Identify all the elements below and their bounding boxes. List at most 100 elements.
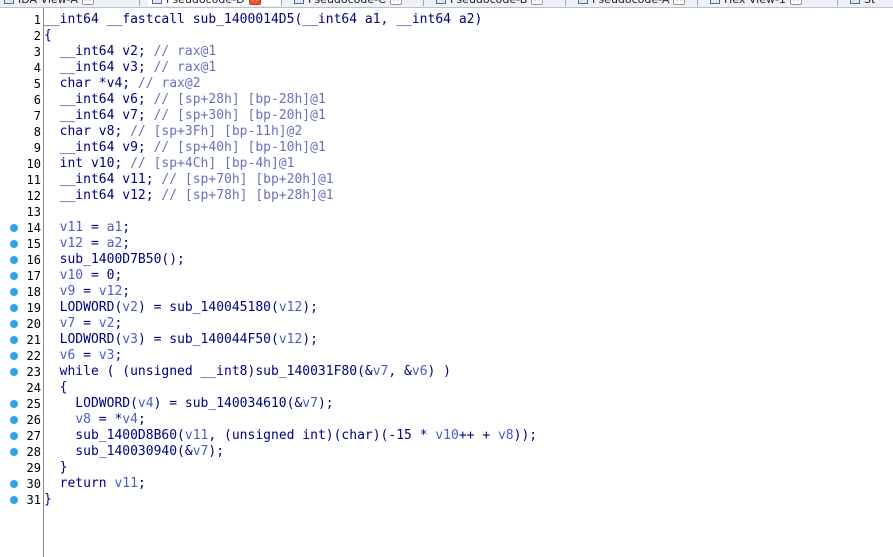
code-line[interactable]: 31} <box>0 492 893 508</box>
tab-hex-view-1[interactable]: Hex View-1× <box>706 0 838 6</box>
line-number: 19 <box>26 301 41 315</box>
breakpoint-dot-icon[interactable] <box>10 240 18 248</box>
breakpoint-dot-icon[interactable] <box>10 336 18 344</box>
breakpoint-dot-icon[interactable] <box>10 432 18 440</box>
line-number: 5 <box>33 77 41 91</box>
tab-label: Pseudocode-B <box>450 0 527 6</box>
code-text: v11 = a1; <box>44 220 130 236</box>
code-text: v7 = v2; <box>44 316 123 332</box>
breakpoint-dot-icon[interactable] <box>10 256 18 264</box>
code-line[interactable]: 17 v10 = 0; <box>0 268 893 284</box>
breakpoint-dot-icon[interactable] <box>10 448 18 456</box>
code-token: ; <box>122 284 131 299</box>
code-text: { <box>44 28 52 44</box>
code-line[interactable]: 25 LODWORD(v4) = sub_140034610(&v7); <box>0 396 893 412</box>
code-text: return v11; <box>44 476 146 492</box>
code-line[interactable]: 5 char *v4; // rax@2 <box>0 76 893 92</box>
code-line[interactable]: 9 __int64 v9; // [sp+40h] [bp-10h]@1 <box>0 140 893 156</box>
code-token: )); <box>513 428 538 443</box>
code-line[interactable]: 19 LODWORD(v2) = sub_140045180(v12); <box>0 300 893 316</box>
code-line[interactable]: 10 int v10; // [sp+4Ch] [bp-4h]@1 <box>0 156 893 172</box>
tab-close-icon[interactable]: × <box>673 0 686 5</box>
breakpoint-dot-icon[interactable] <box>10 416 18 424</box>
tab-close-icon[interactable]: × <box>248 0 261 5</box>
code-token: ; <box>114 348 123 363</box>
code-line[interactable]: 24 { <box>0 380 893 396</box>
tab-close-icon[interactable]: × <box>531 0 544 5</box>
code-variable: v11 <box>59 220 84 235</box>
tab-close-icon[interactable]: × <box>389 0 402 5</box>
code-line[interactable]: 16 sub_1400D7B50(); <box>0 252 893 268</box>
breakpoint-dot-icon[interactable] <box>10 352 18 360</box>
code-variable: v3 <box>98 348 115 363</box>
code-token: while ( (unsigned __int8)sub_140031F80(& <box>44 364 373 379</box>
code-line[interactable]: 12 __int64 v12; // [sp+78h] [bp+28h]@1 <box>0 188 893 204</box>
breakpoint-dot-icon[interactable] <box>10 272 18 280</box>
code-token: __int64 v3; <box>44 60 154 75</box>
code-line[interactable]: 13 <box>0 204 893 220</box>
code-line[interactable]: 4 __int64 v3; // rax@1 <box>0 60 893 76</box>
code-line[interactable]: 7 __int64 v7; // [sp+30h] [bp-20h]@1 <box>0 108 893 124</box>
code-line[interactable]: 29 } <box>0 460 893 476</box>
line-number: 13 <box>26 205 41 219</box>
line-number: 12 <box>26 189 41 203</box>
code-line[interactable]: 27 sub_1400D8B60(v11, (unsigned int)(cha… <box>0 428 893 444</box>
code-line[interactable]: 28 sub_140030940(&v7); <box>0 444 893 460</box>
code-variable: v7 <box>372 364 389 379</box>
code-line[interactable]: 18 v9 = v12; <box>0 284 893 300</box>
code-line[interactable]: 30 return v11; <box>0 476 893 492</box>
breakpoint-dot-icon[interactable] <box>10 400 18 408</box>
tab-pseudocode-d[interactable]: Pseudocode-D× <box>148 0 282 6</box>
code-variable: v11 <box>114 476 138 491</box>
code-line[interactable]: 15 v12 = a2; <box>0 236 893 252</box>
tab-pseudocode-c[interactable]: Pseudocode-C× <box>290 0 424 6</box>
line-number: 22 <box>26 349 41 363</box>
code-line[interactable]: 14 v11 = a1; <box>0 220 893 236</box>
code-text: } <box>44 492 52 508</box>
code-variable: v9 <box>59 284 76 299</box>
code-line[interactable]: 1 __int64 __fastcall sub_1400014D5(__int6… <box>0 12 893 28</box>
code-text: __int64 v12; // [sp+78h] [bp+28h]@1 <box>44 188 334 204</box>
code-line[interactable]: 11 __int64 v11; // [sp+70h] [bp+20h]@1 <box>0 172 893 188</box>
breakpoint-dot-icon[interactable] <box>10 320 18 328</box>
code-line[interactable]: 26 v8 = *v4; <box>0 412 893 428</box>
code-line[interactable]: 20 v7 = v2; <box>0 316 893 332</box>
code-line[interactable]: 8 char v8; // [sp+3Fh] [bp-11h]@2 <box>0 124 893 140</box>
line-number: 3 <box>33 45 41 59</box>
code-token: __int64 v9; <box>44 140 154 155</box>
breakpoint-dot-icon[interactable] <box>10 304 18 312</box>
code-token: ); <box>208 444 225 459</box>
code-text: v12 = a2; <box>44 236 130 252</box>
code-variable: v3 <box>122 332 138 347</box>
tab-ida-view-a[interactable]: IDA View-A× <box>0 0 140 6</box>
line-number: 25 <box>26 397 41 411</box>
code-text: LODWORD(v4) = sub_140034610(&v7); <box>44 396 333 412</box>
breakpoint-dot-icon[interactable] <box>10 288 18 296</box>
tab-pseudocode-b[interactable]: Pseudocode-B × <box>432 0 566 6</box>
line-number: 20 <box>26 317 41 331</box>
code-line[interactable]: 2{ <box>0 28 893 44</box>
code-line[interactable]: 21 LODWORD(v3) = sub_140044F50(v12); <box>0 332 893 348</box>
code-line[interactable]: 22 v6 = v3; <box>0 348 893 364</box>
tab-pseudocode-a[interactable]: Pseudocode-A × <box>574 0 698 6</box>
breakpoint-dot-icon[interactable] <box>10 224 18 232</box>
code-line[interactable]: 6 __int64 v6; // [sp+28h] [bp-28h]@1 <box>0 92 893 108</box>
tab-st[interactable]: St <box>846 0 893 6</box>
tab-close-icon[interactable]: × <box>81 0 94 5</box>
breakpoint-dot-icon[interactable] <box>10 368 18 376</box>
code-token: ) ) <box>427 364 452 379</box>
code-variable: v4 <box>122 412 138 427</box>
code-variable: v2 <box>122 300 138 315</box>
code-line[interactable]: 3 __int64 v2; // rax@1 <box>0 44 893 60</box>
code-text: v8 = *v4; <box>44 412 145 428</box>
code-text: __int64 v3; // rax@1 <box>44 60 217 76</box>
line-number: 9 <box>33 141 41 155</box>
code-line[interactable]: 23 while ( (unsigned __int8)sub_140031F8… <box>0 364 893 380</box>
code-text: __int64 v11; // [sp+70h] [bp+20h]@1 <box>44 172 334 188</box>
code-token: __int64 v6; <box>44 92 154 107</box>
breakpoint-dot-icon[interactable] <box>10 496 18 504</box>
code-comment: // [sp+70h] [bp+20h]@1 <box>161 172 334 187</box>
tab-close-icon[interactable]: × <box>789 0 802 5</box>
breakpoint-dot-icon[interactable] <box>10 480 18 488</box>
pseudocode-view[interactable]: 1 __int64 __fastcall sub_1400014D5(__int6… <box>0 12 893 508</box>
